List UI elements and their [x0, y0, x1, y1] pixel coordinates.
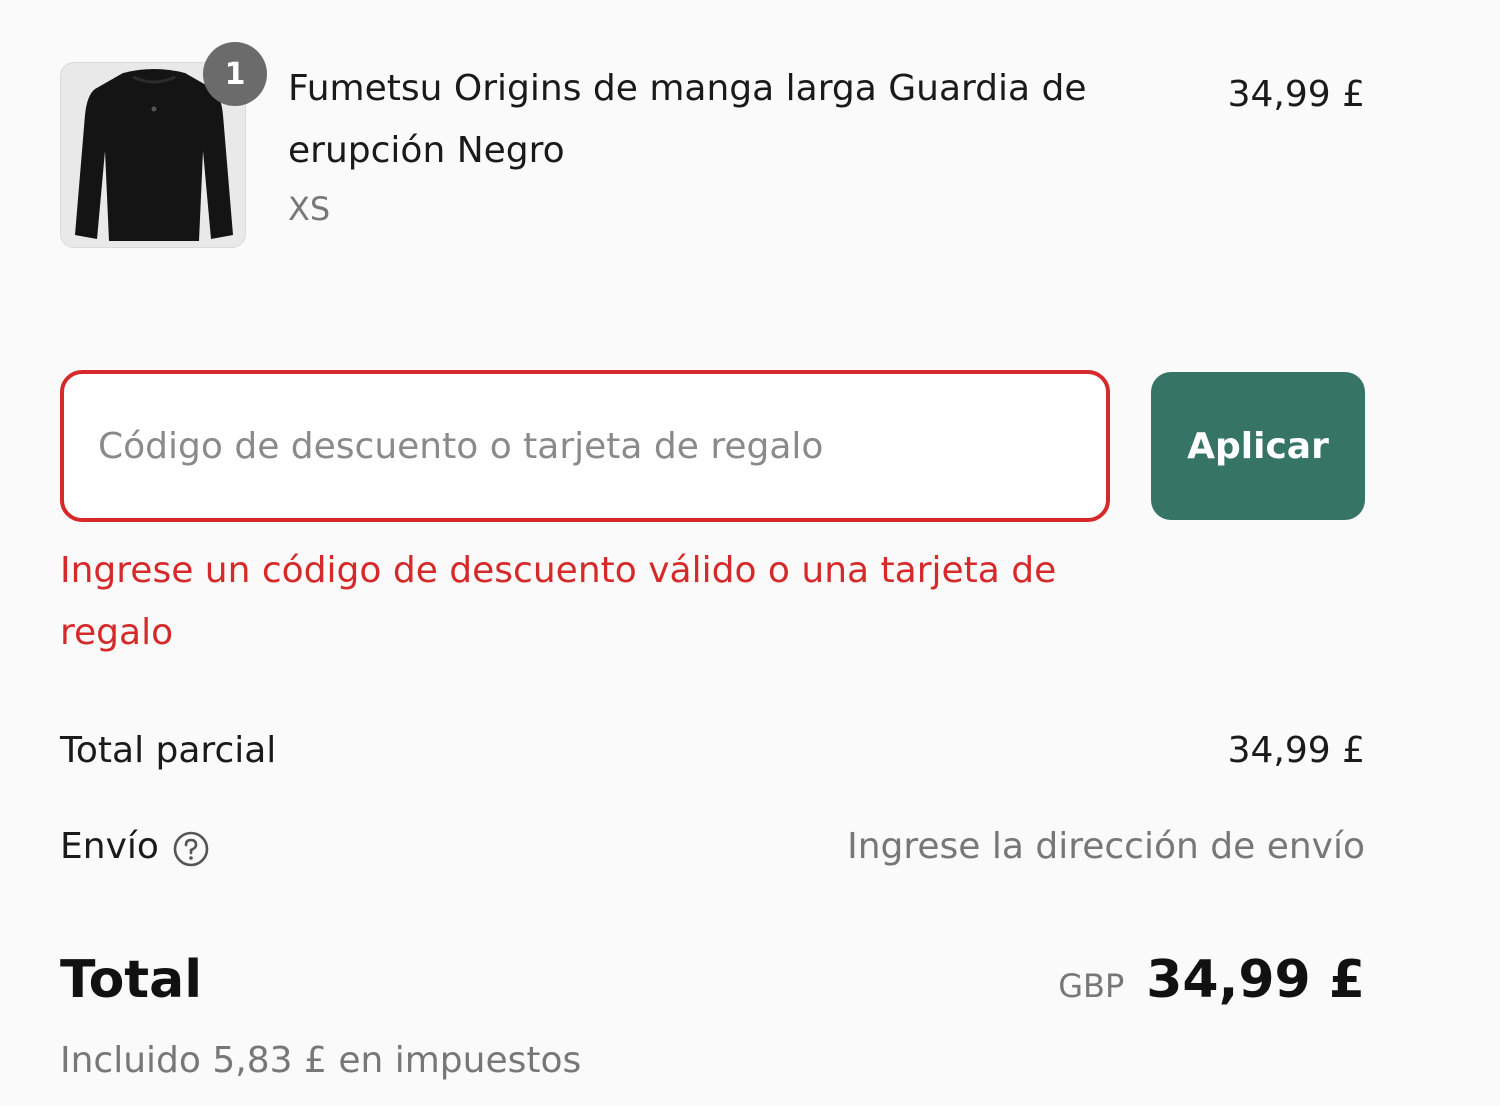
quantity-badge: 1 — [203, 42, 267, 106]
product-variant: XS — [288, 190, 331, 228]
help-icon[interactable] — [172, 830, 210, 868]
subtotal-label: Total parcial — [60, 730, 277, 771]
discount-code-input[interactable] — [60, 370, 1110, 522]
product-name: Fumetsu Origins de manga larga Guardia d… — [288, 68, 1087, 171]
total-label: Total — [60, 950, 203, 1010]
currency-code: GBP — [1058, 967, 1125, 1005]
tax-note: Incluido 5,83 £ en impuestos — [60, 1040, 582, 1081]
shipping-label: Envío — [60, 826, 159, 867]
shipping-value: Ingrese la dirección de envío — [847, 826, 1365, 867]
discount-error-message: Ingrese un código de descuento válido o … — [60, 550, 1057, 653]
total-amount: 34,99 £ — [1146, 950, 1365, 1010]
product-price: 34,99 £ — [1227, 74, 1365, 115]
subtotal-value: 34,99 £ — [1227, 730, 1365, 771]
order-summary: 1 Fumetsu Origins de manga larga Guardia… — [60, 0, 1365, 1106]
total-value-group: GBP 34,99 £ — [1058, 950, 1365, 1010]
apply-discount-button[interactable]: Aplicar — [1151, 372, 1365, 520]
line-item: 1 Fumetsu Origins de manga larga Guardia… — [60, 42, 1365, 252]
